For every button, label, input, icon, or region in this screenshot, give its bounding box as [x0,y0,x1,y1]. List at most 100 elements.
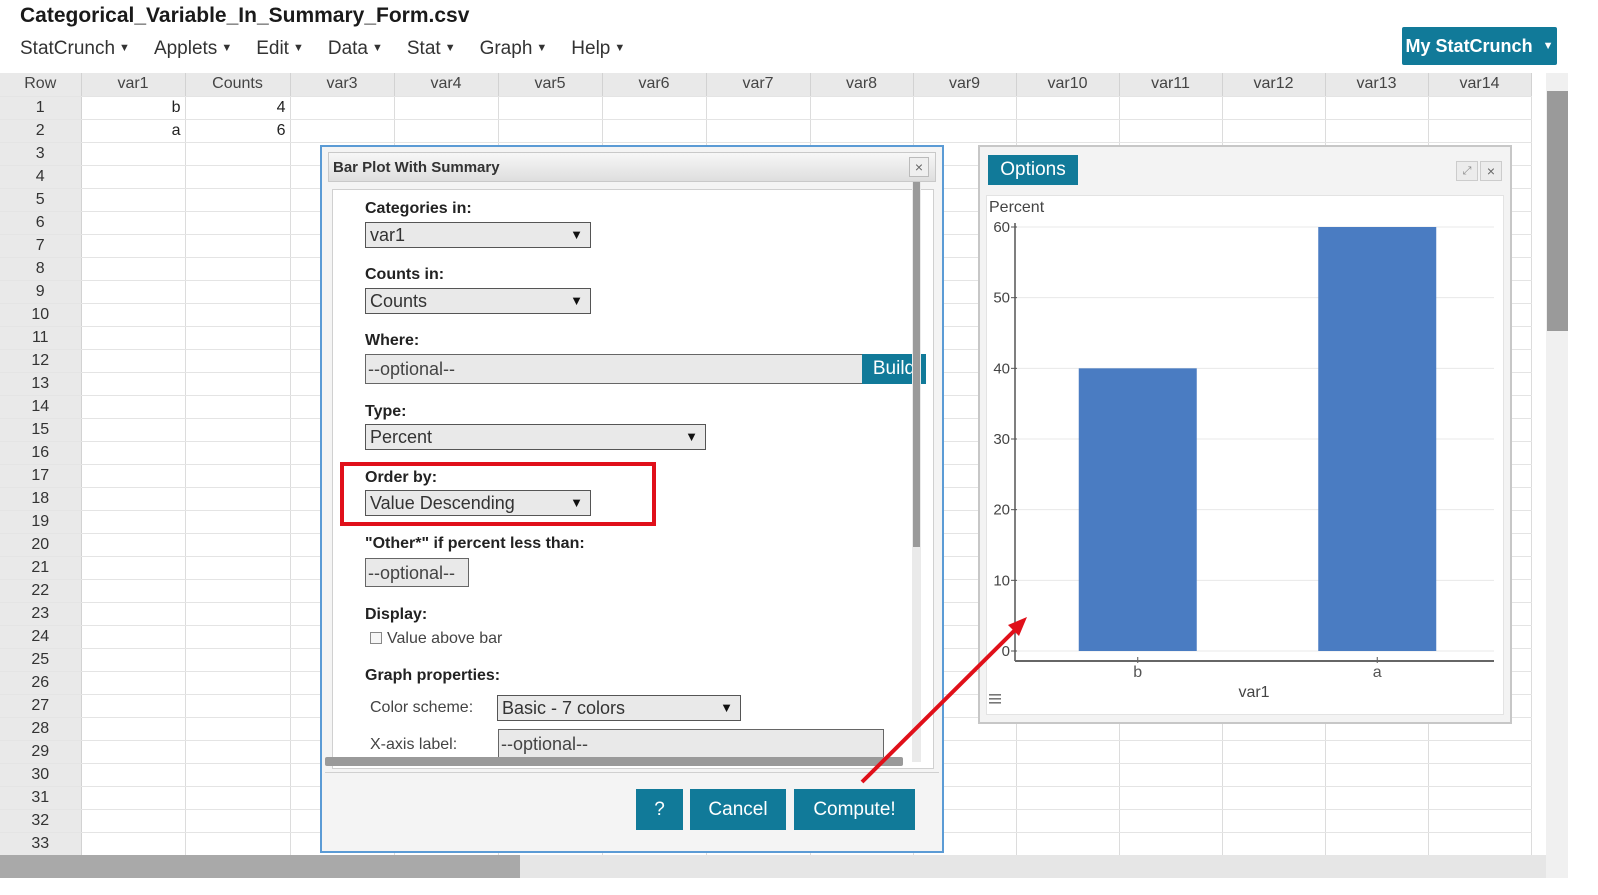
cell[interactable] [81,786,186,810]
column-header-var3[interactable]: var3 [290,73,395,97]
cell[interactable] [185,372,291,396]
cell[interactable] [81,165,186,189]
cell[interactable] [81,671,186,695]
cell[interactable] [185,280,291,304]
cell[interactable] [185,326,291,350]
cell[interactable] [1222,809,1326,833]
row-number[interactable]: 2 [0,119,82,143]
dialog-horizontal-scrollbar[interactable] [325,757,903,766]
row-number[interactable]: 28 [0,717,82,741]
row-number[interactable]: 31 [0,786,82,810]
graph-close-icon[interactable]: × [1480,161,1502,181]
cell[interactable] [1428,832,1532,856]
hamburger-menu-icon[interactable] [988,692,1002,706]
cell[interactable] [602,119,707,143]
cell[interactable] [185,717,291,741]
row-number[interactable]: 17 [0,464,82,488]
cell[interactable] [185,464,291,488]
menu-item-data[interactable]: Data ▼ [328,38,383,60]
row-number[interactable]: 20 [0,533,82,557]
cell[interactable] [81,579,186,603]
cell[interactable] [185,165,291,189]
cell[interactable] [1016,763,1120,787]
cell[interactable] [81,832,186,856]
cell[interactable] [1119,119,1223,143]
cell[interactable] [185,303,291,327]
cell[interactable] [1428,786,1532,810]
cell[interactable] [1428,763,1532,787]
row-number[interactable]: 24 [0,625,82,649]
row-number[interactable]: 15 [0,418,82,442]
column-header-var10[interactable]: var10 [1016,73,1120,97]
cell[interactable] [498,96,603,120]
cell[interactable] [1016,740,1120,764]
cell[interactable] [81,763,186,787]
column-header-var9[interactable]: var9 [913,73,1017,97]
cell[interactable] [185,809,291,833]
cell[interactable] [185,763,291,787]
cell[interactable] [81,303,186,327]
cell[interactable] [81,395,186,419]
x-axis-label-input[interactable]: --optional-- [498,729,884,758]
cell[interactable] [913,96,1017,120]
help-button[interactable]: ? [636,789,683,830]
column-header-var8[interactable]: var8 [810,73,914,97]
cell[interactable] [185,487,291,511]
cell[interactable] [810,96,914,120]
cell[interactable] [185,510,291,534]
column-header-var7[interactable]: var7 [706,73,811,97]
cell[interactable] [1119,786,1223,810]
cell[interactable] [1325,96,1429,120]
row-number[interactable]: 21 [0,556,82,580]
row-number[interactable]: 27 [0,694,82,718]
other-percent-input[interactable]: --optional-- [365,558,469,587]
cell[interactable] [185,533,291,557]
sheet-horizontal-scroll-thumb[interactable] [0,855,520,878]
cell[interactable] [185,234,291,258]
cell[interactable] [394,96,499,120]
cell[interactable] [1428,809,1532,833]
cell[interactable] [81,809,186,833]
row-number[interactable]: 26 [0,671,82,695]
column-header-var4[interactable]: var4 [394,73,499,97]
column-header-var1[interactable]: var1 [81,73,186,97]
options-button[interactable]: Options [988,155,1078,185]
row-number[interactable]: 25 [0,648,82,672]
cell[interactable] [1325,786,1429,810]
row-number[interactable]: 1 [0,96,82,120]
menu-item-stat[interactable]: Stat ▼ [407,38,456,60]
cell[interactable] [1222,96,1326,120]
cell[interactable] [1016,786,1120,810]
row-number[interactable]: 14 [0,395,82,419]
cell[interactable] [1428,740,1532,764]
row-number[interactable]: 13 [0,372,82,396]
cell[interactable] [185,441,291,465]
cell[interactable] [1428,96,1532,120]
cell[interactable] [1325,809,1429,833]
column-header-counts[interactable]: Counts [185,73,291,97]
menu-item-statcrunch[interactable]: StatCrunch ▼ [20,38,130,60]
cell[interactable] [1325,119,1429,143]
categories-select[interactable]: var1 ▼ [365,222,591,248]
cell[interactable] [706,119,811,143]
row-number[interactable]: 12 [0,349,82,373]
my-statcrunch-button[interactable]: My StatCrunch ▼ [1402,27,1557,65]
dialog-close-icon[interactable]: × [909,157,929,177]
row-number[interactable]: 3 [0,142,82,166]
cell[interactable] [1222,832,1326,856]
cell[interactable] [1119,763,1223,787]
cell[interactable] [81,464,186,488]
cell[interactable] [1222,740,1326,764]
cell[interactable] [185,395,291,419]
row-number[interactable]: 22 [0,579,82,603]
cell[interactable] [81,372,186,396]
cell[interactable] [81,717,186,741]
cell[interactable] [81,280,186,304]
sheet-vertical-scroll-thumb[interactable] [1547,91,1568,331]
cell[interactable] [1428,119,1532,143]
column-header-var11[interactable]: var11 [1119,73,1223,97]
row-number[interactable]: 8 [0,257,82,281]
cell[interactable] [81,740,186,764]
cell[interactable] [185,579,291,603]
cell[interactable] [81,625,186,649]
